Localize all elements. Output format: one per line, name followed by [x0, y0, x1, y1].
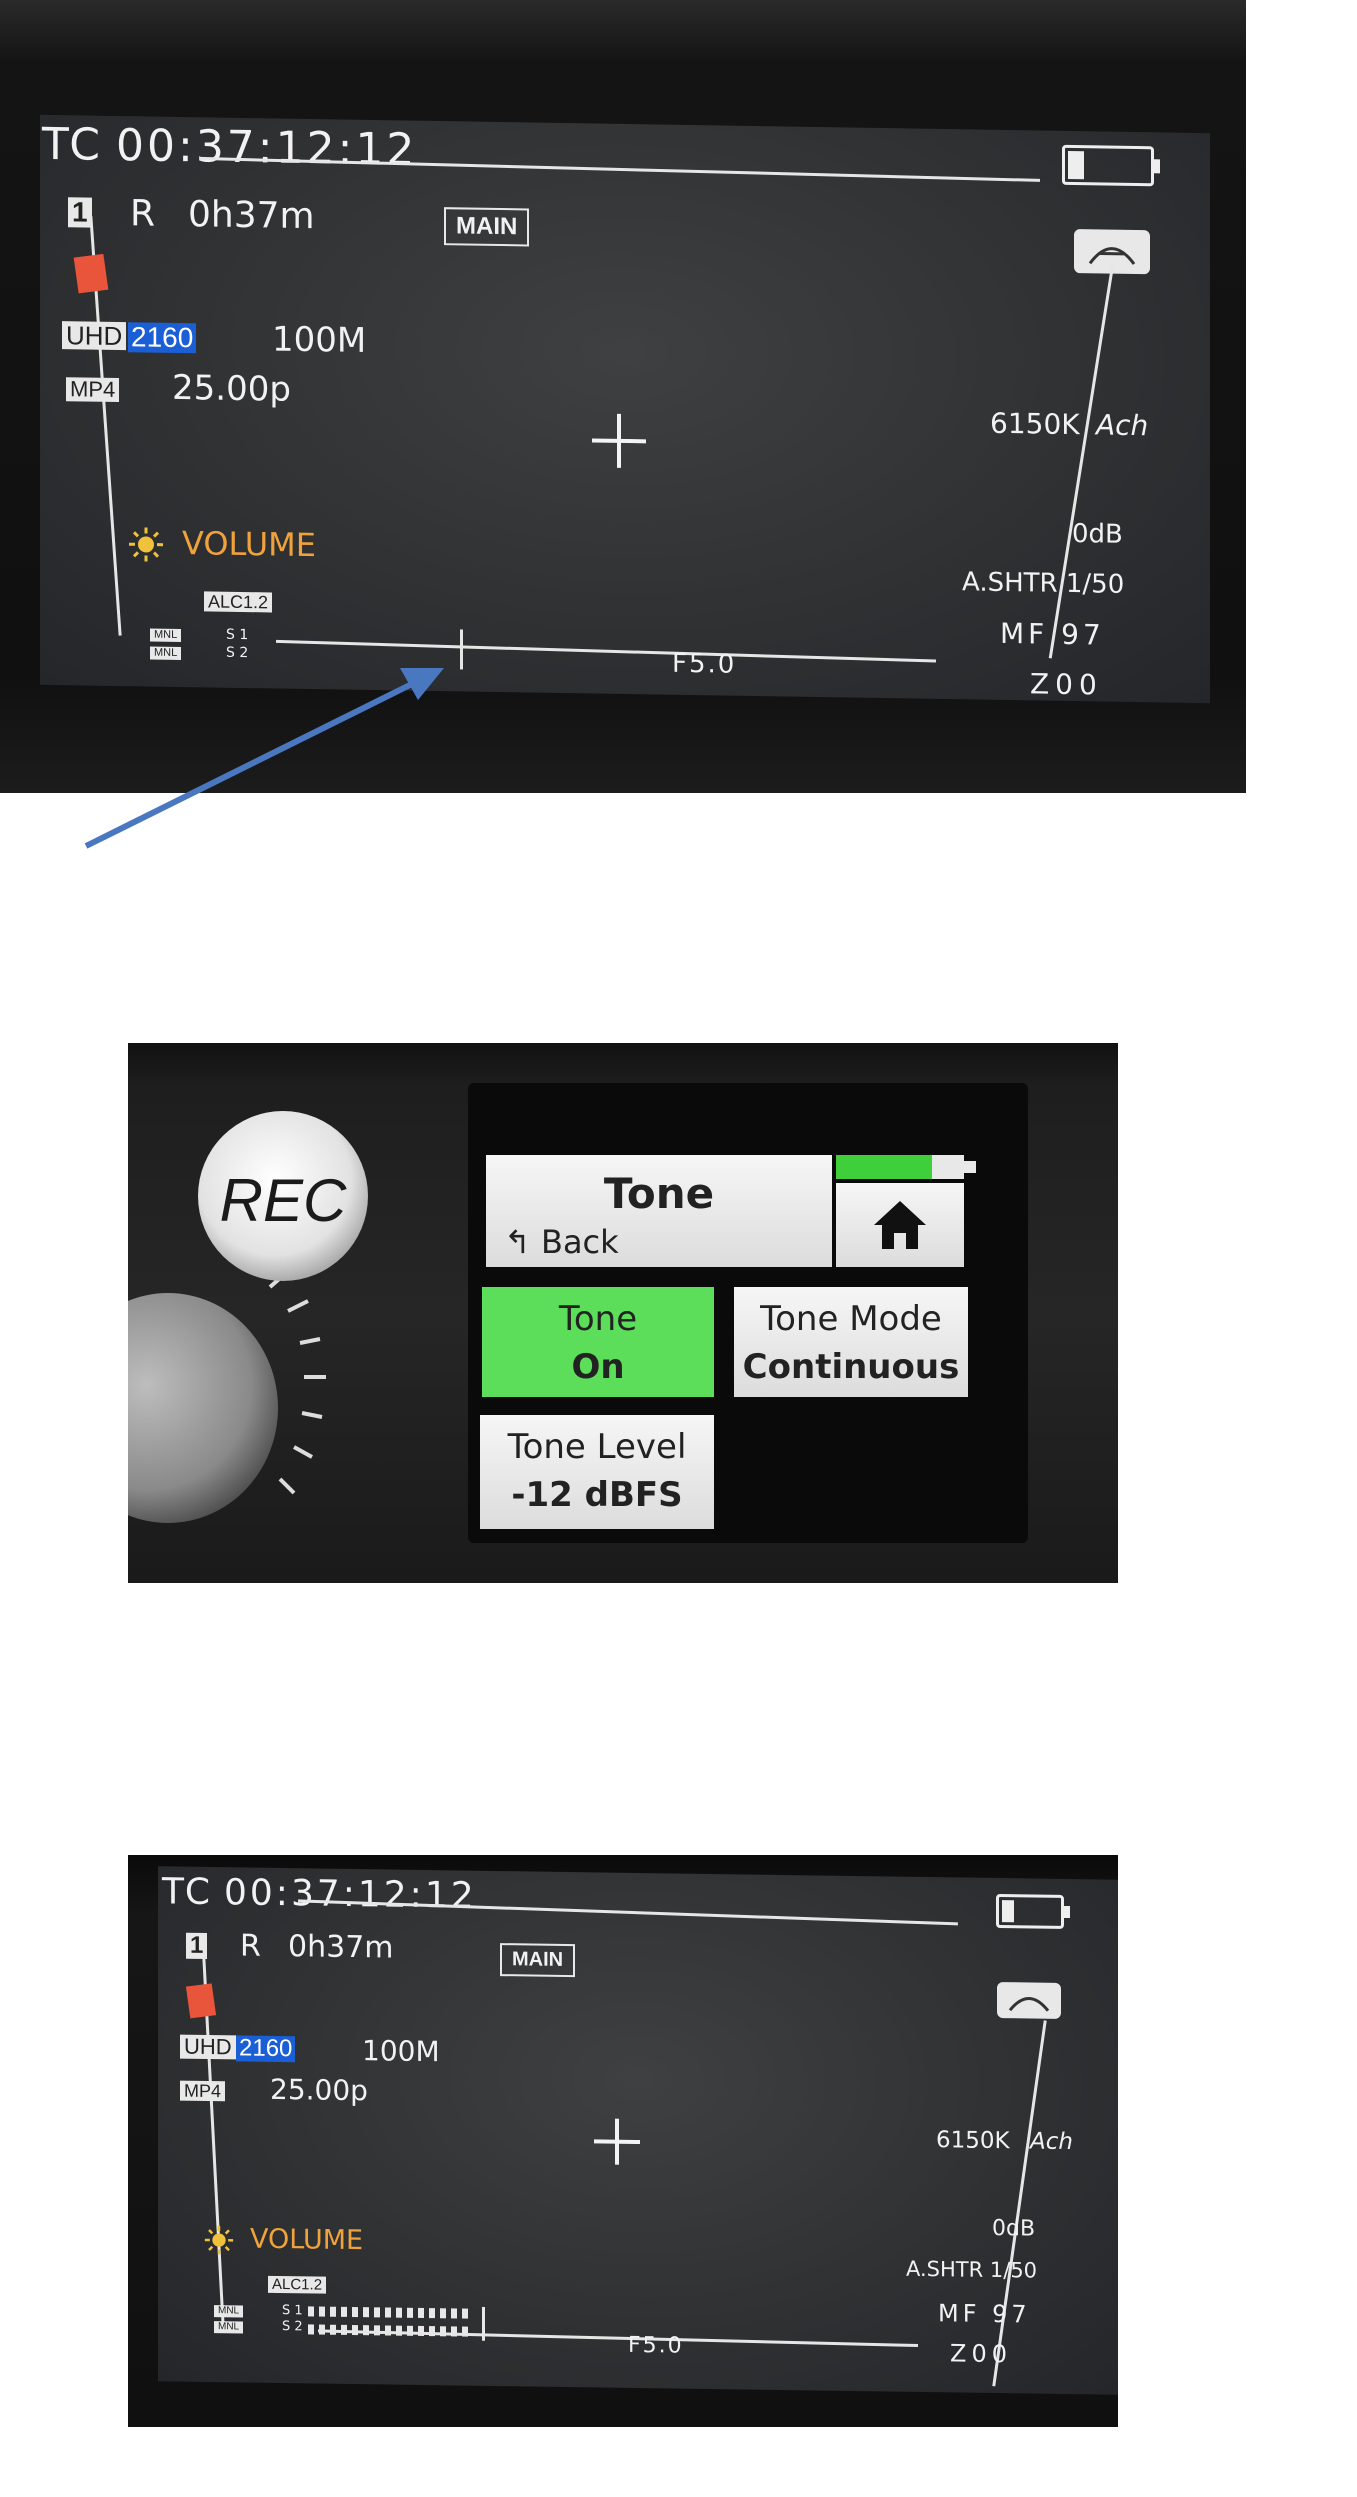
media-warning-icon [185, 1983, 217, 2019]
zoom: Z00 [950, 2339, 1012, 2369]
mnl-badge-2: MNL [214, 2321, 244, 2334]
rec-status: R [240, 1928, 261, 1964]
sun-icon [204, 2225, 234, 2255]
tile-tone-mode[interactable]: Tone Mode Continuous [734, 1287, 968, 1397]
rec-button[interactable]: REC [198, 1111, 368, 1281]
tile-tone-level-label: Tone Level [507, 1427, 687, 1467]
mnl-badge-1: MNL [214, 2305, 244, 2318]
home-icon [874, 1201, 926, 1249]
tile-tone-value: On [571, 1347, 625, 1387]
wb-mode: Ach [1030, 2128, 1073, 2156]
annotation-arrow [84, 668, 444, 849]
shutter: A.SHTR 1/50 [906, 2256, 1038, 2283]
audio-ch2: S 2 [282, 2319, 303, 2335]
right-guide-line [992, 2020, 1047, 2387]
battery-tip [964, 1161, 976, 1173]
format-badge: MP4 [180, 2080, 226, 2102]
camera-screen: TC 00:37:12:12 1 R 0h37m MAIN UHD 2160 1… [158, 1866, 1118, 2395]
tile-tone-level-value: -12 dBFS [511, 1475, 683, 1515]
audio-recorder: REC Tone ↰ Back Tone On Tone Mode Contin… [128, 1043, 1118, 1583]
bitrate: 100M [362, 2034, 440, 2069]
knob-scale-ticks [246, 1254, 326, 1495]
mode-badge: MAIN [500, 1943, 576, 1978]
home-button[interactable] [836, 1183, 964, 1267]
remaining-time: 0h37m [288, 1929, 394, 1966]
resolution-badge: 2160 [236, 2034, 296, 2063]
uhd-badge: UHD [180, 2034, 236, 2060]
iris: F5.0 [628, 2332, 684, 2359]
framerate: 25.00p [270, 2072, 368, 2108]
volume-label: VOLUME [250, 2223, 364, 2257]
back-button[interactable]: ↰ Back [504, 1223, 619, 1261]
tile-tone-level[interactable]: Tone Level -12 dBFS [480, 1415, 714, 1529]
stabilizer-icon [997, 1982, 1061, 2019]
battery-icon [996, 1893, 1064, 1929]
tile-tone-mode-label: Tone Mode [760, 1299, 942, 1339]
card-slot-badge: 1 [186, 1932, 208, 1959]
tile-tone-mode-value: Continuous [742, 1347, 960, 1387]
battery-indicator [836, 1155, 964, 1179]
recorder-screen: Tone ↰ Back Tone On Tone Mode Continuous… [468, 1083, 1028, 1543]
tile-tone[interactable]: Tone On [482, 1287, 714, 1397]
tile-tone-label: Tone [558, 1299, 638, 1339]
timecode: 00:37:12:12 [224, 1872, 477, 1917]
battery-fill [836, 1155, 932, 1179]
white-balance: 6150K [936, 2127, 1010, 2155]
title-bar[interactable]: Tone ↰ Back [486, 1155, 832, 1267]
manual-focus: MF 97 [938, 2299, 1031, 2329]
rec-label: REC [219, 1167, 347, 1234]
tc-label: TC [162, 1871, 214, 1914]
camera-lcd-bottom: TC 00:37:12:12 1 R 0h37m MAIN UHD 2160 1… [128, 1855, 1118, 2427]
audio-ch1: S 1 [282, 2303, 303, 2319]
menu-title: Tone [603, 1169, 715, 1218]
gain: 0dB [992, 2215, 1036, 2242]
alc-badge: ALC1.2 [268, 2275, 327, 2294]
center-crosshair [594, 2118, 640, 2165]
